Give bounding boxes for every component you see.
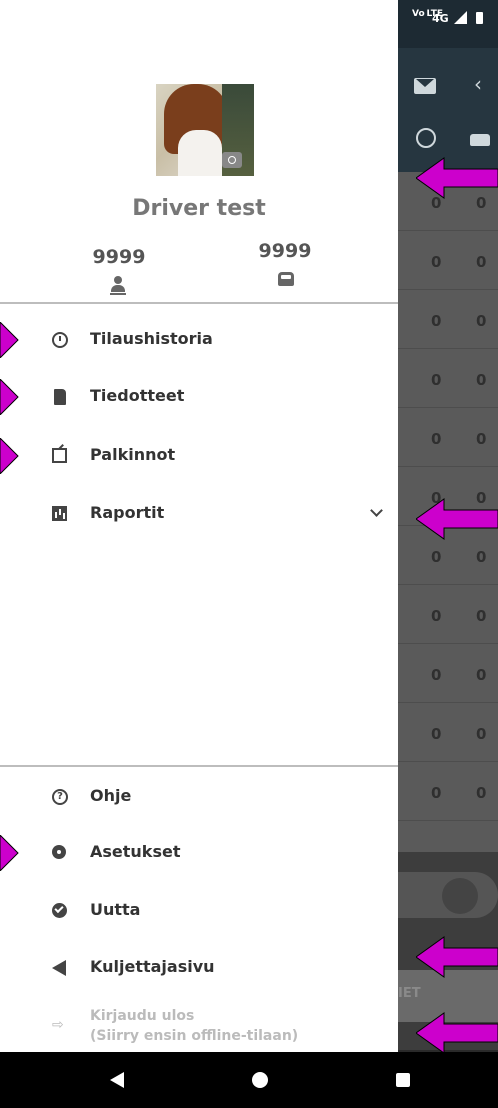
row-value: 0: [431, 607, 442, 625]
logout-line-1: Kirjaudu ulos: [90, 1008, 195, 1024]
row-value: 0: [431, 784, 442, 802]
menu-item-label: Kuljettajasivu: [90, 957, 215, 976]
annotation-arrow: [416, 157, 498, 199]
menu-item-ohje[interactable]: ? Ohje: [0, 774, 398, 820]
row-value: 0: [431, 253, 442, 271]
list-item[interactable]: 00: [398, 290, 498, 349]
row-value: 0: [431, 548, 442, 566]
home-button[interactable]: [252, 1072, 268, 1088]
annotation-arrow: [0, 379, 19, 415]
annotation-arrow: [416, 936, 498, 978]
navigation-drawer: Driver test 9999 9999 Tilaushistoria Tie…: [0, 0, 398, 1052]
external-link-icon: [52, 448, 67, 463]
help-icon: ?: [52, 789, 68, 805]
toggle-knob[interactable]: [442, 878, 478, 914]
history-icon: [52, 332, 68, 348]
gear-icon: [52, 845, 66, 859]
bar-chart-icon: [52, 506, 67, 521]
menu-item-label: Asetukset: [90, 842, 181, 861]
chevron-down-icon[interactable]: [370, 504, 383, 517]
row-value: 0: [476, 371, 487, 389]
person-icon: [110, 276, 126, 295]
list-item[interactable]: 00: [398, 703, 498, 762]
row-value: 0: [431, 725, 442, 743]
menu-item-asetukset[interactable]: Asetukset: [0, 830, 398, 876]
row-value: 0: [431, 666, 442, 684]
annotation-arrow: [0, 835, 19, 871]
car-icon: [278, 272, 294, 286]
background-button-label: IET: [398, 986, 421, 1001]
list-item[interactable]: 00: [398, 585, 498, 644]
menu-item-tiedotteet[interactable]: Tiedotteet: [0, 374, 398, 420]
annotation-arrow: [416, 498, 498, 540]
battery-icon: [476, 12, 483, 24]
menu-item-label: Uutta: [90, 900, 141, 919]
row-value: 0: [476, 725, 487, 743]
row-value: 0: [476, 548, 487, 566]
back-chevron-icon[interactable]: ‹: [474, 72, 482, 96]
network-type: 4G: [432, 12, 449, 25]
status-bar: Vo LTE 4G: [398, 0, 498, 48]
document-icon: [54, 389, 66, 405]
list-item[interactable]: 00: [398, 231, 498, 290]
row-value: 0: [476, 607, 487, 625]
system-nav-bar: [0, 1052, 498, 1108]
list-item[interactable]: 00: [398, 349, 498, 408]
row-value: 0: [431, 312, 442, 330]
logout-icon: ⇨: [52, 1017, 64, 1033]
menu-item-palkinnot[interactable]: Palkinnot: [0, 433, 398, 479]
annotation-arrow: [416, 1012, 498, 1054]
menu-item-label: Raportit: [90, 503, 165, 522]
menu-item-label: Ohje: [90, 786, 132, 805]
divider: [0, 765, 398, 767]
menu-item-uutta[interactable]: Uutta: [0, 888, 398, 934]
menu-item-raportit[interactable]: Raportit: [0, 491, 398, 537]
divider: [0, 302, 398, 304]
logout-label: Kirjaudu ulos (Siirry ensin offline-tila…: [90, 1006, 298, 1046]
clock-icon: [416, 128, 436, 148]
menu-item-tilaushistoria[interactable]: Tilaushistoria: [0, 317, 398, 363]
annotation-arrow: [0, 322, 19, 358]
list-item[interactable]: 00: [398, 644, 498, 703]
driver-name: Driver test: [132, 196, 266, 221]
row-value: 0: [476, 430, 487, 448]
list-item[interactable]: 00: [398, 762, 498, 821]
car-icon: [470, 134, 490, 146]
photo-detail: [178, 130, 222, 176]
menu-item-label: Tilaushistoria: [90, 329, 213, 348]
megaphone-icon: [52, 960, 66, 976]
row-value: 0: [476, 312, 487, 330]
row-value: 0: [431, 430, 442, 448]
passenger-count: 9999: [92, 246, 146, 268]
back-button[interactable]: [110, 1072, 124, 1088]
new-badge-icon: [52, 903, 67, 918]
menu-item-kuljettajasivu[interactable]: Kuljettajasivu: [0, 945, 398, 991]
camera-icon[interactable]: [222, 152, 242, 168]
menu-item-logout[interactable]: ⇨ Kirjaudu ulos (Siirry ensin offline-ti…: [0, 1002, 398, 1050]
row-value: 0: [476, 784, 487, 802]
menu-item-label: Tiedotteet: [90, 386, 185, 405]
row-value: 0: [476, 666, 487, 684]
menu-item-label: Palkinnot: [90, 445, 176, 464]
logout-line-2: (Siirry ensin offline-tilaan): [90, 1028, 299, 1044]
row-value: 0: [476, 253, 487, 271]
list-item[interactable]: 00: [398, 408, 498, 467]
recent-apps-button[interactable]: [396, 1073, 410, 1087]
signal-icon: [454, 11, 467, 24]
row-value: 0: [431, 371, 442, 389]
app-toolbar: ‹: [398, 48, 498, 172]
mail-icon[interactable]: [414, 78, 436, 94]
annotation-arrow: [0, 438, 19, 474]
vehicle-count: 9999: [258, 240, 312, 262]
